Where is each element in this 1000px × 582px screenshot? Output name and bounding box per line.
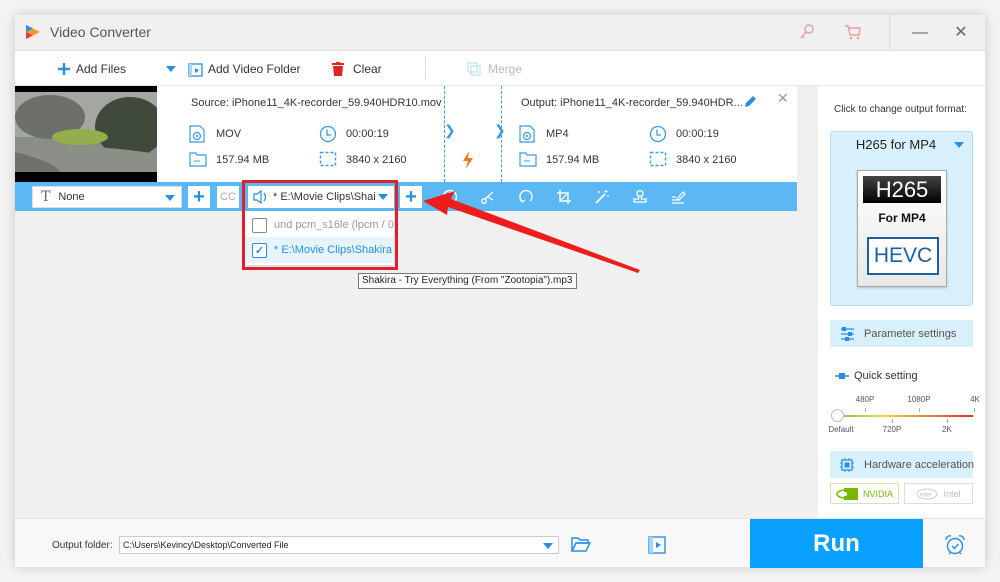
format-card: H265 For MP4 HEVC <box>857 170 947 287</box>
audio-tooltip: Shakira - Try Everything (From "Zootopia… <box>358 273 577 289</box>
output-folder-label: Output folder: <box>52 540 113 551</box>
highlight-box <box>242 180 398 270</box>
video-thumbnail[interactable] <box>15 86 157 182</box>
output-format-selector[interactable]: H265 for MP4 H265 For MP4 HEVC <box>830 131 973 306</box>
change-format-label: Click to change output format: <box>834 104 967 115</box>
source-duration: 00:00:19 <box>319 125 389 143</box>
merge-label: Merge <box>488 62 523 76</box>
minimize-button[interactable]: — <box>910 23 930 43</box>
output-sidebar: Click to change output format: H265 for … <box>818 86 985 518</box>
source-resolution: 3840 x 2160 <box>319 151 407 169</box>
chevron-down-icon <box>165 62 177 76</box>
slider-track[interactable] <box>838 415 973 417</box>
chevron-right-icon: ❯ <box>494 122 506 138</box>
cart-icon[interactable] <box>843 22 863 42</box>
title-bar: Video Converter — ✕ <box>15 15 985 51</box>
add-subtitle-button[interactable]: + <box>188 186 210 208</box>
app-logo-icon <box>26 25 40 39</box>
quality-slider[interactable]: 480P 1080P 4K Default 720P 2K <box>828 391 980 436</box>
effects-icon[interactable] <box>591 186 613 208</box>
chevron-down-icon <box>954 142 964 148</box>
remove-file-button[interactable]: ✕ <box>777 90 789 107</box>
alarm-clock-icon[interactable] <box>944 534 966 556</box>
quick-setting-label: Quick setting <box>835 370 918 382</box>
edit-strip: T None + CC * E:\Movie Clips\Shai + <box>15 182 797 211</box>
run-button[interactable]: Run <box>750 519 923 568</box>
toolbar-separator <box>425 57 426 79</box>
edit-name-icon[interactable] <box>743 95 757 109</box>
chevron-right-icon: ❯ <box>444 122 456 138</box>
plus-icon <box>57 62 71 76</box>
slider-icon <box>835 372 849 380</box>
thumbnail-image <box>15 92 157 172</box>
add-video-folder-button[interactable]: Add Video Folder <box>188 60 301 78</box>
hardware-acceleration-button[interactable]: Hardware acceleration <box>830 451 974 478</box>
folder-icon <box>189 151 207 169</box>
cut-icon[interactable] <box>477 186 499 208</box>
clock-icon <box>319 125 337 143</box>
clock-icon <box>649 125 667 143</box>
video-file-icon <box>189 125 207 143</box>
nvidia-icon <box>836 487 858 500</box>
close-button[interactable]: ✕ <box>951 23 971 43</box>
bottom-bar: Output folder: C:\Users\Kevincy\Desktop\… <box>15 518 985 568</box>
parameter-settings-button[interactable]: Parameter settings <box>830 320 973 347</box>
output-format: MP4 <box>519 125 569 143</box>
intel-button[interactable]: intel Intel <box>904 483 973 504</box>
clear-label: Clear <box>353 62 382 76</box>
chevron-down-icon[interactable] <box>543 543 553 549</box>
add-files-dropdown[interactable] <box>165 60 177 78</box>
title-separator <box>889 15 890 51</box>
file-item: Source: iPhone11_4K-recorder_59.940HDR10… <box>15 86 797 182</box>
chip-icon <box>840 457 854 472</box>
resolution-icon <box>649 151 667 169</box>
source-size: 157.94 MB <box>189 151 269 169</box>
video-folder-icon <box>188 62 203 77</box>
source-filename: Source: iPhone11_4K-recorder_59.940HDR10… <box>191 97 442 109</box>
merge-icon <box>467 62 481 76</box>
subtitle-select[interactable]: T None <box>32 186 182 208</box>
lightning-icon <box>463 151 473 169</box>
folder-icon <box>519 151 537 169</box>
add-video-folder-label: Add Video Folder <box>208 62 301 76</box>
window-title: Video Converter <box>50 24 151 40</box>
add-audio-button[interactable]: + <box>400 186 422 208</box>
output-video-folder-icon[interactable] <box>648 536 666 554</box>
intel-icon: intel <box>916 488 938 500</box>
open-folder-icon[interactable] <box>571 536 591 552</box>
trash-icon <box>332 62 344 76</box>
crop-icon[interactable] <box>553 186 575 208</box>
rotate-icon[interactable] <box>515 186 537 208</box>
video-file-icon <box>519 125 537 143</box>
main-toolbar: Add Files Add Video Folder Clear Merge <box>15 51 985 86</box>
output-resolution: 3840 x 2160 <box>649 151 737 169</box>
clear-button[interactable]: Clear <box>332 60 382 78</box>
resolution-icon <box>319 151 337 169</box>
text-icon: T <box>41 189 51 205</box>
nvidia-button[interactable]: NVIDIA <box>830 483 899 504</box>
format-name: H265 for MP4 <box>855 137 937 152</box>
cc-button[interactable]: CC <box>217 186 239 208</box>
sliders-icon <box>840 326 855 341</box>
chevron-down-icon <box>165 195 175 201</box>
key-icon[interactable] <box>797 22 817 42</box>
output-folder-input[interactable]: C:\Users\Kevincy\Desktop\Converted File <box>119 536 559 554</box>
app-window: Video Converter — ✕ Add Files Add Video … <box>15 15 985 568</box>
output-duration: 00:00:19 <box>649 125 719 143</box>
merge-button[interactable]: Merge <box>467 60 522 78</box>
stamp-icon[interactable] <box>629 186 651 208</box>
source-format: MOV <box>189 125 241 143</box>
svg-text:intel: intel <box>920 492 931 498</box>
add-files-label: Add Files <box>76 62 127 76</box>
output-filename: Output: iPhone11_4K-recorder_59.940HDR..… <box>521 97 743 109</box>
add-files-button[interactable]: Add Files <box>57 60 126 78</box>
slider-knob[interactable] <box>831 409 844 422</box>
output-size: 157.94 MB <box>519 151 599 169</box>
watermark-icon[interactable] <box>439 186 461 208</box>
edit-subtitle-icon[interactable] <box>667 186 689 208</box>
